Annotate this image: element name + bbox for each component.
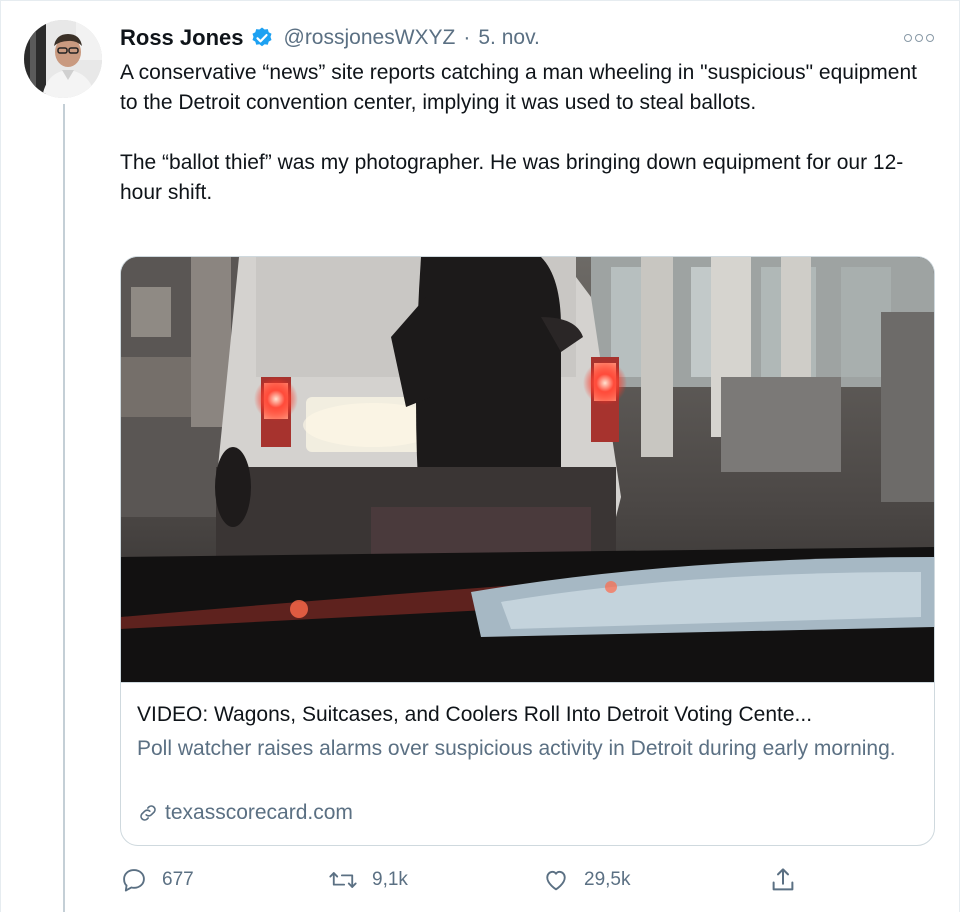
card-domain-link[interactable]: texasscorecard.com [137, 799, 353, 827]
card-description: Poll watcher raises alarms over suspicio… [137, 737, 896, 760]
retweet-icon [329, 872, 357, 888]
link-icon [140, 805, 156, 821]
share-button[interactable] [768, 862, 812, 898]
avatar[interactable] [24, 20, 102, 98]
reply-count: 677 [162, 869, 194, 890]
author-name[interactable]: Ross Jones [120, 25, 244, 51]
tweet-text: A conservative “news” site reports catch… [120, 61, 917, 204]
link-card[interactable]: VIDEO: Wagons, Suitcases, and Coolers Ro… [120, 256, 935, 846]
card-video-thumbnail[interactable] [121, 257, 934, 682]
verified-badge-icon [250, 26, 274, 50]
like-count: 29,5k [584, 869, 631, 890]
separator-dot: · [463, 26, 471, 49]
card-domain-text: texasscorecard.com [165, 801, 353, 824]
top-divider [0, 0, 960, 1]
thread-line [63, 104, 65, 912]
like-icon [546, 870, 566, 891]
card-divider [121, 682, 934, 683]
tweet-actions: 677 9,1k 29,5k [120, 862, 820, 898]
tweet-date[interactable]: 5. nov. [478, 26, 539, 50]
card-title[interactable]: VIDEO: Wagons, Suitcases, and Coolers Ro… [137, 701, 927, 729]
retweet-count: 9,1k [372, 869, 408, 890]
more-options-icon[interactable] [902, 28, 936, 48]
tweet-header: Ross Jones @rossjonesWXYZ · 5. nov. [120, 22, 540, 54]
author-handle[interactable]: @rossjonesWXYZ [284, 26, 456, 50]
retweet-button[interactable]: 9,1k [328, 862, 408, 898]
share-icon [772, 868, 794, 891]
like-button[interactable]: 29,5k [542, 862, 630, 898]
reply-button[interactable]: 677 [120, 862, 194, 898]
reply-icon [123, 869, 145, 892]
